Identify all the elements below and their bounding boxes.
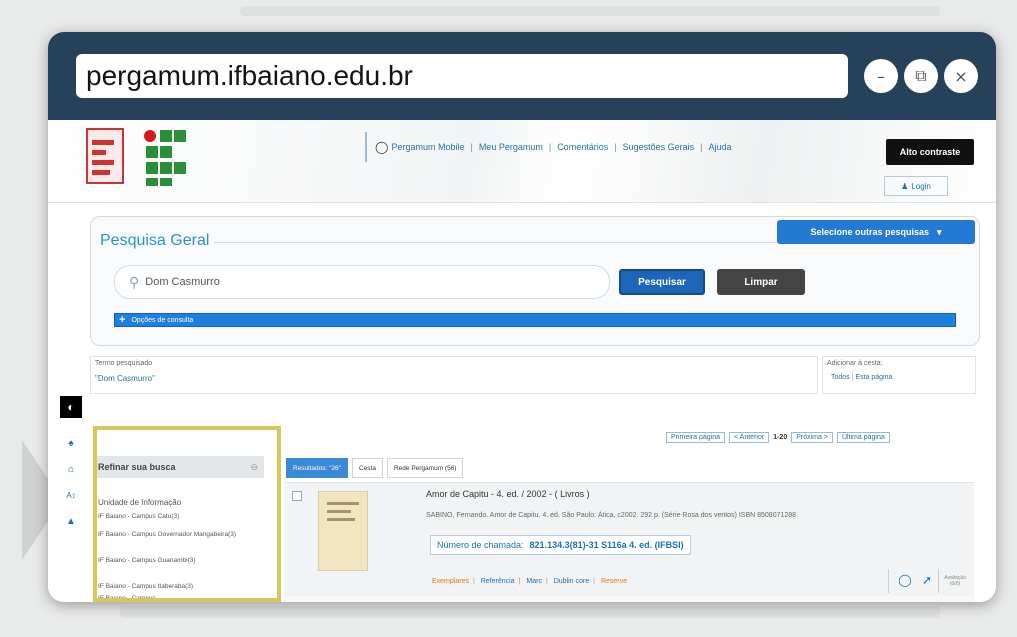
plus-icon: + xyxy=(119,314,126,326)
call-number: Número de chamada: 821.134.3(81)-31 S116… xyxy=(430,535,691,555)
nav-comentarios[interactable]: Comentários xyxy=(557,142,608,152)
search-button[interactable]: Pesquisar xyxy=(619,269,705,295)
call-number-label: Número de chamada: xyxy=(437,540,524,550)
contrast-icon[interactable]: ◐ xyxy=(60,396,82,418)
referencia-link[interactable]: Referência xyxy=(481,578,515,585)
select-searches-label: Selecione outras pesquisas xyxy=(810,227,929,237)
browser-window: pergamum.ifbaiano.edu.br – ⧉ × ◯ Pergamu… xyxy=(48,32,996,602)
web-page: ◯ Pergamum Mobile | Meu Pergamum | Comen… xyxy=(48,120,996,602)
pagination: Primeira página < Anterior 1-20 Próxima … xyxy=(666,432,890,443)
nav-ajuda[interactable]: Ajuda xyxy=(708,142,731,152)
tab-basket[interactable]: Cesta xyxy=(351,458,383,478)
refine-header[interactable]: Refinar sua busca ⊖ xyxy=(94,456,264,478)
tab-pergamum-network[interactable]: Rede Pergamum (56) xyxy=(386,458,464,478)
select-checkbox[interactable] xyxy=(292,491,302,501)
minimize-button[interactable]: – xyxy=(864,59,898,93)
close-button[interactable]: × xyxy=(944,59,978,93)
next-page-button[interactable]: Próxima > xyxy=(791,432,833,443)
reserve-link[interactable]: Reserve xyxy=(601,578,627,585)
result-actions: Exemplares | Referência | Marc | Dublin cor… xyxy=(432,578,628,585)
result-item: Amor de Capitu - 4. ed. / 2002 - ( Livro… xyxy=(284,482,974,602)
login-button[interactable]: ♟ Login xyxy=(884,176,948,196)
clear-button[interactable]: Limpar xyxy=(717,269,805,295)
search-term-value: "Dom Casmurro" xyxy=(95,374,155,383)
home-icon[interactable]: ⌂ xyxy=(64,462,78,476)
user-icon: ♟ xyxy=(901,181,909,191)
previous-page-button[interactable]: < Anterior xyxy=(729,432,770,443)
top-navigation: ◯ Pergamum Mobile | Meu Pergamum | Comen… xyxy=(365,132,731,162)
nav-pergamum-mobile[interactable]: Pergamum Mobile xyxy=(391,142,464,152)
browser-titlebar: pergamum.ifbaiano.edu.br – ⧉ × xyxy=(48,32,996,120)
site-header: ◯ Pergamum Mobile | Meu Pergamum | Comen… xyxy=(48,120,996,203)
nav-meu-pergamum[interactable]: Meu Pergamum xyxy=(479,142,543,152)
basket-box: Adicionar à cesta: Todos | Esta página xyxy=(822,356,976,394)
chevron-down-icon: ▾ xyxy=(937,226,942,237)
book-cover-image[interactable] xyxy=(318,491,368,571)
comment-icon[interactable]: ◯ xyxy=(898,573,912,587)
dublin-core-link[interactable]: Dublin core xyxy=(554,578,589,585)
basket-all-link[interactable]: Todos xyxy=(831,374,850,381)
refine-option[interactable]: IF Baiano - Campus Guanambi(3) xyxy=(98,556,258,565)
minimize-icon: – xyxy=(877,66,885,86)
scroll-up-icon[interactable]: ▲ xyxy=(64,514,78,528)
exemplares-link[interactable]: Exemplares xyxy=(432,578,469,585)
font-size-icon[interactable]: A↕ xyxy=(64,488,78,502)
restore-button[interactable]: ⧉ xyxy=(904,59,938,93)
address-bar[interactable]: pergamum.ifbaiano.edu.br xyxy=(76,54,848,98)
last-page-button[interactable]: Última página xyxy=(836,432,890,443)
refine-option[interactable]: IF Baiano - Campus Itaberaba(3) xyxy=(98,582,258,591)
refine-option[interactable]: IF Baiano - Campus xyxy=(98,594,258,602)
stats-icon[interactable]: ➚ xyxy=(920,573,934,587)
refine-group-title: Unidade de Informação xyxy=(98,498,182,507)
marc-link[interactable]: Marc xyxy=(526,578,542,585)
results-tabs: Resultados: "26" Cesta Rede Pergamum (56… xyxy=(286,458,464,478)
call-number-value: 821.134.3(81)-31 S116a 4. ed. (IFBSI) xyxy=(529,540,684,550)
refine-option[interactable]: IF Baiano - Campus Catu(3) xyxy=(98,512,258,521)
login-label: Login xyxy=(911,181,931,191)
accessibility-sidebar: ◐ ♠ ⌂ A↕ ▲ xyxy=(60,396,90,602)
restore-icon: ⧉ xyxy=(915,66,927,85)
search-query: Dom Casmurro xyxy=(145,276,220,288)
first-page-button[interactable]: Primeira página xyxy=(666,432,726,443)
pergamum-logo[interactable] xyxy=(86,128,124,184)
result-title[interactable]: Amor de Capitu - 4. ed. / 2002 - ( Livro… xyxy=(426,489,590,499)
select-other-searches-button[interactable]: Selecione outras pesquisas ▾ xyxy=(777,220,975,244)
high-contrast-button[interactable]: Alto contraste xyxy=(886,139,974,165)
result-description: SABINO, Fernando. Amor de Capitu. 4. ed.… xyxy=(426,512,797,519)
close-icon: × xyxy=(954,66,968,86)
search-input[interactable]: ⚲ Dom Casmurro xyxy=(114,265,610,299)
refine-option[interactable]: IF Baiano - Campus Governador Mangabeira… xyxy=(98,530,258,539)
url-text: pergamum.ifbaiano.edu.br xyxy=(86,60,413,91)
search-icon: ⚲ xyxy=(129,273,140,290)
basket-page-link[interactable]: Esta página xyxy=(855,374,892,381)
rating: Avaliação (0/0) xyxy=(942,575,968,587)
accessibility-icon[interactable]: ♠ xyxy=(64,436,78,450)
refine-panel: Refinar sua busca ⊖ Unidade de Informaçã… xyxy=(90,426,280,602)
search-options-bar[interactable]: + Opções de consulta xyxy=(114,313,956,327)
basket-label: Adicionar à cesta: xyxy=(827,360,883,367)
search-section-title: Pesquisa Geral xyxy=(100,232,214,250)
next-result-preview xyxy=(284,596,974,602)
search-options-label: Opções de consulta xyxy=(131,316,194,324)
search-term-label: Termo pesquisado xyxy=(95,360,153,367)
tab-results[interactable]: Resultados: "26" xyxy=(286,458,348,478)
rating-value: (0/0) xyxy=(949,581,961,587)
results-range: 1-20 xyxy=(773,434,788,441)
collapse-icon[interactable]: ⊖ xyxy=(250,462,258,473)
search-term-box: Termo pesquisado "Dom Casmurro" xyxy=(90,356,818,394)
mobile-icon: ◯ xyxy=(375,140,389,154)
refine-title: Refinar sua busca xyxy=(98,462,176,472)
nav-sugestoes-gerais[interactable]: Sugestões Gerais xyxy=(623,142,695,152)
